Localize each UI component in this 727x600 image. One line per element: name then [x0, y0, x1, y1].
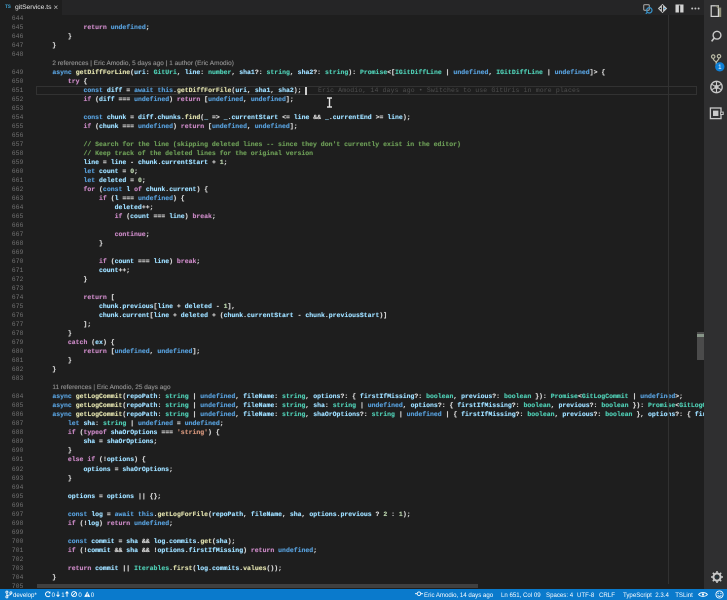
svg-text:1: 1	[718, 64, 722, 71]
